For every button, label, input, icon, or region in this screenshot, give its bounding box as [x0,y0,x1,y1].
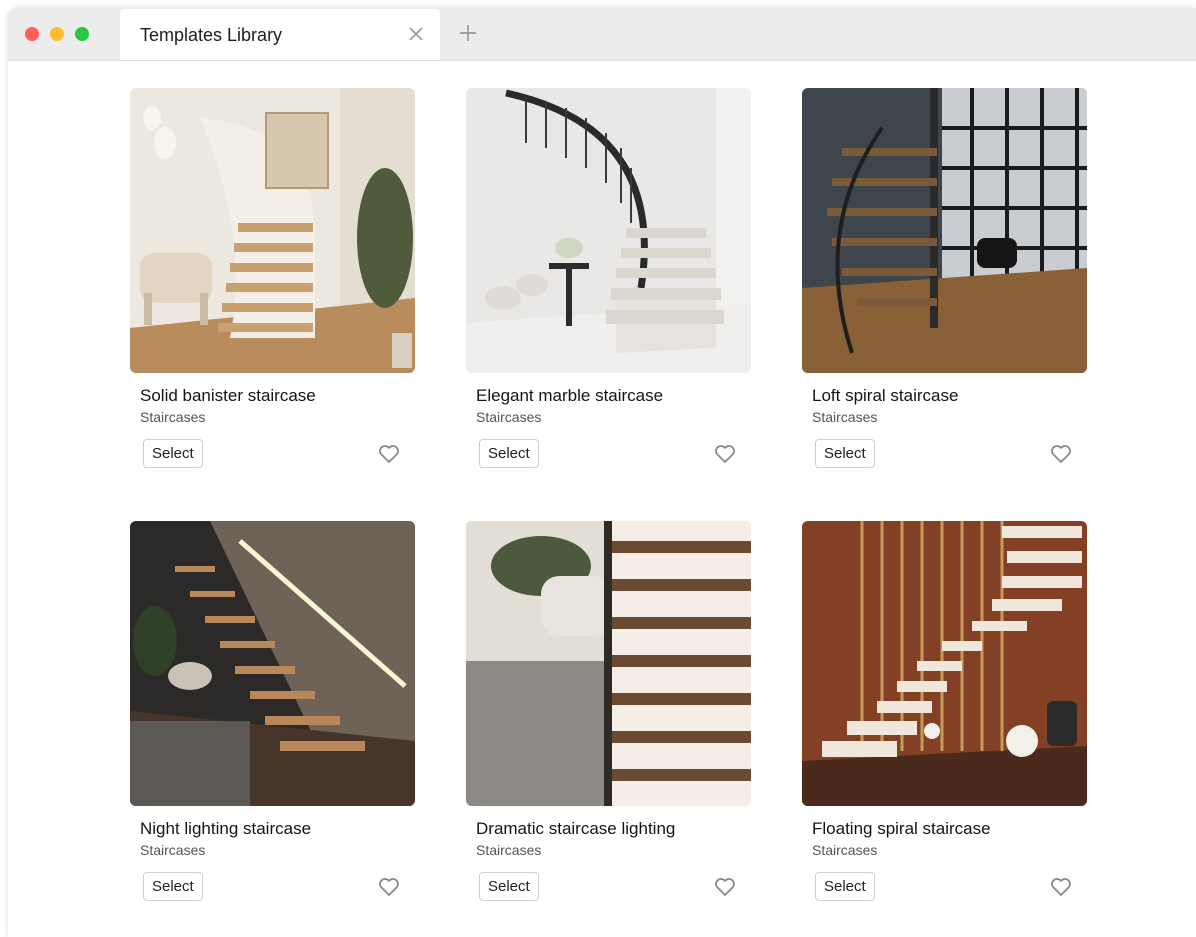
title-bar: Templates Library [8,8,1196,61]
template-category: Staircases [140,842,206,858]
template-category: Staircases [812,409,878,425]
select-button[interactable]: Select [815,439,875,468]
select-button[interactable]: Select [143,439,203,468]
template-thumbnail[interactable] [802,521,1087,806]
heart-icon[interactable] [1050,877,1072,897]
template-thumbnail[interactable] [466,521,751,806]
template-category: Staircases [812,842,878,858]
window-close-button[interactable] [25,27,39,41]
template-thumbnail[interactable] [130,521,415,806]
heart-icon[interactable] [714,444,736,464]
template-title: Dramatic staircase lighting [476,819,676,838]
template-category: Staircases [140,409,206,425]
heart-icon[interactable] [714,877,736,897]
template-category: Staircases [476,409,542,425]
select-button[interactable]: Select [143,872,203,901]
template-thumbnail[interactable] [130,88,415,373]
close-icon[interactable] [406,24,426,44]
template-thumbnail[interactable] [466,88,751,373]
template-thumbnail[interactable] [802,88,1087,373]
template-title: Night lighting staircase [140,819,312,838]
select-button[interactable]: Select [815,872,875,901]
template-title: Floating spiral staircase [812,819,991,838]
tab-templates-library[interactable]: Templates Library [120,9,440,60]
templates-grid: Solid banister staircase Staircases Sele… [8,61,1196,937]
window-minimize-button[interactable] [50,27,64,41]
heart-icon[interactable] [1050,444,1072,464]
plus-icon[interactable] [458,23,478,43]
template-title: Loft spiral staircase [812,386,959,405]
heart-icon[interactable] [378,877,400,897]
select-button[interactable]: Select [479,872,539,901]
select-button[interactable]: Select [479,439,539,468]
template-title: Solid banister staircase [140,386,316,405]
template-category: Staircases [476,842,542,858]
tab-title: Templates Library [140,25,283,45]
template-title: Elegant marble staircase [476,386,664,405]
heart-icon[interactable] [378,444,400,464]
browser-window: Templates Library Solid banister stairca… [8,8,1196,937]
window-zoom-button[interactable] [75,27,89,41]
